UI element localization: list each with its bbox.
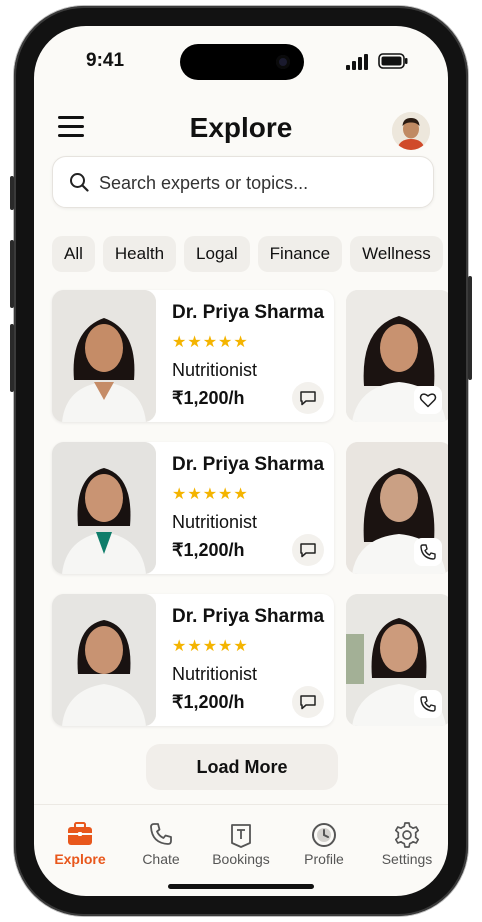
app-screen: 9:41 Explore Search experts or topics...… <box>34 26 448 896</box>
volume-up-button <box>10 240 14 308</box>
call-button[interactable] <box>414 538 442 566</box>
phone-icon <box>420 696 436 712</box>
power-button <box>468 276 472 380</box>
chat-button[interactable] <box>292 686 324 718</box>
mute-switch <box>10 176 14 210</box>
expert-price: ₹1,200/h <box>172 692 245 712</box>
expert-card[interactable]: Dr. Priya Sharma ★★★★★ Nutritionist ₹1,2… <box>52 594 334 726</box>
nav-label: Bookings <box>212 851 270 867</box>
phone-icon <box>420 544 436 560</box>
chat-icon <box>300 391 316 406</box>
search-bar[interactable] <box>52 156 434 208</box>
expert-row: Dr. Priya Sharma ★★★★★ Nutritionist ₹1,2… <box>52 290 448 424</box>
nav-label: Explore <box>54 851 106 867</box>
chat-icon <box>300 543 316 558</box>
expert-name: Dr. Priya Sharma <box>172 454 325 475</box>
search-input[interactable] <box>97 165 421 201</box>
briefcase-icon <box>40 821 120 851</box>
chat-button[interactable] <box>292 534 324 566</box>
expert-photo <box>52 290 156 422</box>
expert-role: Nutritionist <box>172 360 258 380</box>
phone-icon <box>121 821 201 851</box>
battery-icon <box>378 53 408 69</box>
category-chip-all[interactable]: All <box>52 236 95 272</box>
load-more-button[interactable]: Load More <box>146 744 338 790</box>
expert-photo <box>52 442 156 574</box>
camera-icon <box>276 55 290 69</box>
expert-role: Nutritionist <box>172 512 258 532</box>
page-title: Explore <box>189 112 293 143</box>
expert-price: ₹1,200/h <box>172 540 245 560</box>
phone-frame: 9:41 Explore Search experts or topics...… <box>10 6 472 916</box>
calendar-icon <box>201 821 281 851</box>
nav-profile[interactable]: Profile <box>284 821 364 867</box>
expert-name: Dr. Priya Sharma <box>172 302 325 323</box>
expert-preview-card[interactable] <box>346 594 448 726</box>
expert-preview-card[interactable] <box>346 442 448 574</box>
category-chip-finance[interactable]: Finance <box>257 236 343 272</box>
favorite-button[interactable] <box>414 386 442 414</box>
gear-icon <box>367 821 447 851</box>
search-icon <box>70 173 89 192</box>
chat-icon <box>300 695 316 710</box>
heart-icon <box>419 393 437 408</box>
nav-chats[interactable]: Chate <box>121 821 201 867</box>
top-bar: Explore <box>34 98 448 154</box>
rating-stars: ★★★★★ <box>172 334 249 351</box>
home-indicator <box>168 884 314 889</box>
clock-icon <box>284 821 364 851</box>
expert-card[interactable]: Dr. Priya Sharma ★★★★★ Nutritionist ₹1,2… <box>52 442 334 574</box>
status-time: 9:41 <box>86 50 125 71</box>
expert-price: ₹1,200/h <box>172 388 245 408</box>
bottom-nav: Explore Chate Bookings Profile Settings <box>34 804 448 895</box>
dynamic-island <box>180 44 304 80</box>
user-avatar[interactable] <box>392 112 430 150</box>
expert-card[interactable]: Dr. Priya Sharma ★★★★★ Nutritionist ₹1,2… <box>52 290 334 422</box>
expert-preview-card[interactable] <box>346 290 448 422</box>
volume-down-button <box>10 324 14 392</box>
rating-stars: ★★★★★ <box>172 638 249 655</box>
category-chip-health[interactable]: Health <box>102 236 177 272</box>
call-button[interactable] <box>414 690 442 718</box>
expert-row: Dr. Priya Sharma ★★★★★ Nutritionist ₹1,2… <box>52 442 448 576</box>
nav-label: Settings <box>381 851 433 867</box>
status-bar: 9:41 <box>34 26 448 86</box>
category-filter: All Health Logal Finance Wellness <box>52 236 448 272</box>
expert-role: Nutritionist <box>172 664 258 684</box>
rating-stars: ★★★★★ <box>172 486 249 503</box>
chat-button[interactable] <box>292 382 324 414</box>
expert-photo <box>52 594 156 726</box>
expert-row: Dr. Priya Sharma ★★★★★ Nutritionist ₹1,2… <box>52 594 448 728</box>
expert-name: Dr. Priya Sharma <box>172 606 325 627</box>
signal-icon <box>346 54 368 70</box>
nav-bookings[interactable]: Bookings <box>201 821 281 867</box>
nav-label: Chate <box>142 851 180 867</box>
nav-explore[interactable]: Explore <box>40 821 120 867</box>
nav-label: Profile <box>304 851 344 867</box>
nav-settings[interactable]: Settings <box>367 821 447 867</box>
category-chip-wellness[interactable]: Wellness <box>350 236 443 272</box>
category-chip-legal[interactable]: Logal <box>184 236 250 272</box>
